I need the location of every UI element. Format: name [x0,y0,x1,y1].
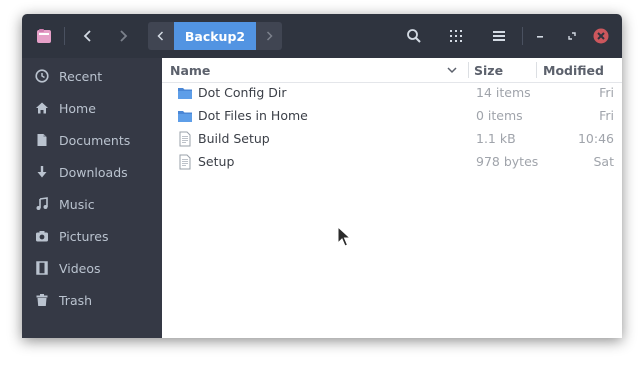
maximize-button[interactable] [562,26,582,46]
music-icon [34,196,50,212]
close-icon [593,28,609,44]
forward-button[interactable] [111,24,135,48]
hamburger-menu-icon [493,31,505,41]
document-icon [34,132,50,148]
sidebar-item-videos[interactable]: Videos [22,252,162,284]
column-divider [536,62,537,78]
search-button[interactable] [402,24,426,48]
file-name: Setup [198,154,235,169]
file-manager-window: Backup2 Recent Home Documents Downloads … [22,14,622,338]
maximize-icon [568,32,576,40]
file-row[interactable]: Build Setup 1.1 kB 10:46 [162,127,622,150]
home-icon [34,100,50,116]
file-modified: 10:46 [577,131,614,146]
file-modified: Sat [593,154,615,169]
sidebar-item-label: Downloads [59,164,128,180]
file-name: Dot Files in Home [198,108,308,123]
sidebar: Recent Home Documents Downloads Music Pi… [22,58,162,338]
clock-icon [34,68,50,84]
sidebar-item-home[interactable]: Home [22,92,162,124]
sidebar-item-music[interactable]: Music [22,188,162,220]
sidebar-item-documents[interactable]: Documents [22,124,162,156]
column-divider [468,62,469,78]
back-button[interactable] [76,24,100,48]
file-list-view: Name Size Modified Dot Config Dir 14 ite… [162,58,622,338]
file-size: 978 bytes [476,154,539,169]
file-size: 14 items [476,85,531,100]
file-size: 1.1 kB [476,131,516,146]
sidebar-item-label: Documents [59,132,131,148]
header-separator [64,27,65,45]
chevron-right-icon [266,31,273,41]
sidebar-item-recent[interactable]: Recent [22,60,162,92]
file-row[interactable]: Dot Files in Home 0 items Fri [162,104,622,127]
sidebar-item-label: Recent [59,68,103,84]
sort-chevron-down-icon[interactable] [446,58,458,82]
column-header-modified[interactable]: Modified [543,58,604,82]
text-file-icon [179,131,191,147]
mouse-cursor-icon [337,226,351,247]
file-row[interactable]: Setup 978 bytes Sat [162,150,622,173]
folder-icon [178,111,192,122]
file-name: Build Setup [198,131,270,146]
path-bar: Backup2 [148,22,282,50]
sidebar-item-label: Trash [59,292,93,308]
sidebar-item-label: Pictures [59,228,109,244]
film-icon [34,260,50,276]
menu-button[interactable] [487,24,511,48]
camera-icon [34,228,50,244]
text-file-icon [179,154,191,170]
sidebar-item-label: Home [59,100,96,116]
column-header-size[interactable]: Size [474,58,503,82]
folder-icon [178,88,192,99]
chevron-left-icon [83,30,91,42]
path-scroll-left-button[interactable] [148,22,174,50]
chevron-left-icon [157,31,164,41]
sidebar-item-trash[interactable]: Trash [22,284,162,316]
chevron-right-icon [120,30,128,42]
path-current-folder[interactable]: Backup2 [174,22,256,50]
column-header-row: Name Size Modified [162,58,622,83]
sidebar-item-label: Music [59,196,95,212]
view-grid-button[interactable] [444,24,468,48]
path-scroll-right-button[interactable] [256,22,282,50]
header-bar: Backup2 [22,14,622,58]
sidebar-item-label: Videos [59,260,101,276]
file-size: 0 items [476,108,523,123]
download-icon [34,164,50,180]
minimize-icon [537,36,543,38]
sidebar-item-pictures[interactable]: Pictures [22,220,162,252]
file-name: Dot Config Dir [198,85,287,100]
column-header-name[interactable]: Name [170,58,210,82]
file-modified: Fri [599,108,614,123]
grid-icon [450,30,462,42]
header-separator [522,27,523,45]
file-modified: Fri [599,85,614,100]
close-button[interactable] [591,26,611,46]
minimize-button[interactable] [530,26,550,46]
app-icon [34,26,54,46]
file-row[interactable]: Dot Config Dir 14 items Fri [162,81,622,104]
search-icon [407,29,421,43]
trash-icon [34,292,50,308]
sidebar-item-downloads[interactable]: Downloads [22,156,162,188]
